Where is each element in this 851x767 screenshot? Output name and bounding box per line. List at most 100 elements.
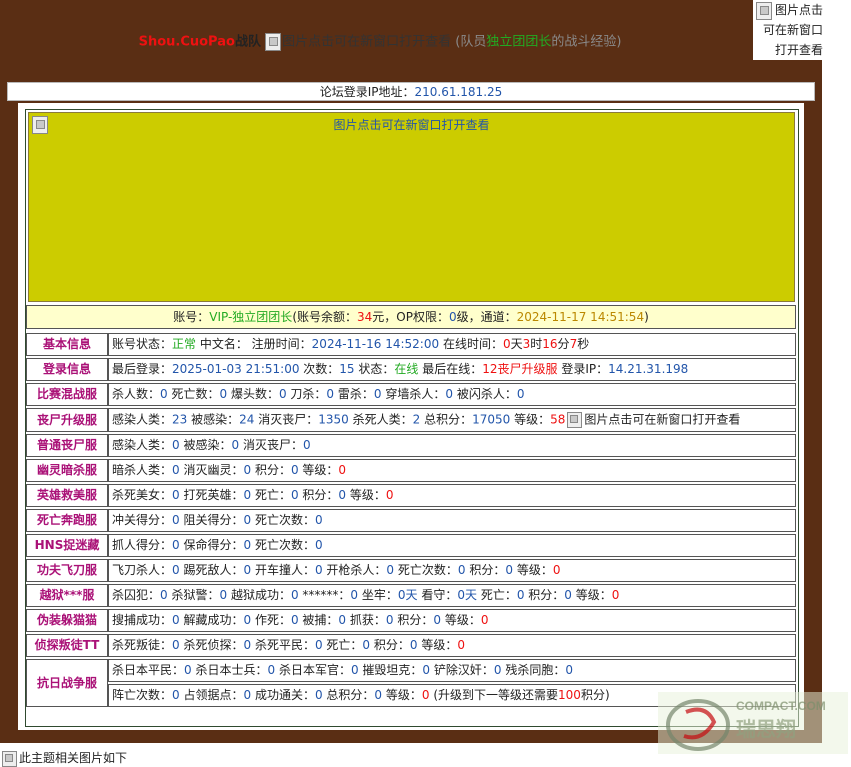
stat-value: 0	[350, 588, 359, 602]
account-info: 账号：VIP-独立团团长(账号余额：34元，OP权限：0级，通道：2024-11…	[26, 305, 796, 329]
balance-unit: 元，OP权限：	[372, 310, 449, 324]
stat-label: 被闪杀人：	[453, 387, 517, 401]
stat-label: 感染人类：	[112, 438, 173, 452]
stat-value: 0	[505, 563, 513, 577]
stat-label: 等级：	[346, 488, 386, 502]
stat-value: 0	[243, 613, 252, 627]
stat-value: 0	[421, 688, 430, 702]
svg-text:COMPACT.COM: COMPACT.COM	[736, 699, 826, 713]
broken-image-icon[interactable]	[265, 33, 282, 51]
row-value: 抓人得分：0 保命得分：0 死亡次数：0	[108, 534, 796, 557]
table-row: 抗日战争服 杀日本平民：0 杀日本士兵：0 杀日本军官：0 摧毁坦克：0 铲除汉…	[26, 659, 796, 707]
header: Shou.CuoPao战队 图片点击可在新窗口打开查看 (队员独立团团长的战斗经…	[0, 0, 822, 82]
header-image-alt[interactable]: 图片点击可在新窗口打开查看	[282, 35, 451, 50]
row-label: 丧尸升级服	[26, 408, 108, 432]
stat-value: 0天	[397, 588, 418, 602]
stat-value: 0	[172, 513, 180, 527]
member-close: 的战斗经验)	[551, 34, 622, 50]
stat-label: 杀日本军官：	[275, 663, 351, 677]
stat-label: 杀死美女：	[112, 488, 173, 502]
stat-value: 0	[290, 613, 299, 627]
banner-image[interactable]: 图片点击可在新窗口打开查看	[28, 112, 795, 302]
stat-value: 0	[172, 638, 180, 652]
stat-label: 暗杀人类：	[112, 463, 173, 477]
table-row: 登录信息 最后登录：2025-01-03 21:51:00 次数：15 状态：在…	[26, 358, 796, 381]
stat-label: 杀死叛徒：	[112, 638, 173, 652]
row-value: 杀死叛徒：0 杀死侦探：0 杀死平民：0 死亡：0 积分：0 等级：0	[108, 634, 796, 657]
row-value: 暗杀人类：0 消灭幽灵：0 积分：0 等级：0	[108, 459, 796, 482]
stat-value: 0	[314, 563, 323, 577]
stat-value: 0	[219, 588, 228, 602]
image-alt-text[interactable]: 图片点击可在新窗口打开查看	[584, 413, 740, 427]
ip-bar: 论坛登录IP地址：210.61.181.25	[7, 82, 815, 101]
stat-value: 0	[314, 538, 323, 552]
stat-label: 积分：	[393, 613, 434, 627]
stat-label: 刀杀：	[286, 387, 327, 401]
stat-value: 0	[611, 588, 620, 602]
stat-label: 总积分：	[322, 688, 375, 702]
stat-value: 0	[350, 663, 359, 677]
stat-label: 被感染：	[179, 438, 232, 452]
stat-value: 0	[338, 613, 347, 627]
stat-value: 0	[267, 663, 276, 677]
stat-value: 100	[558, 688, 581, 702]
stat-value: 0	[457, 563, 466, 577]
stat-label: 保命得分：	[179, 538, 244, 552]
stat-value: 23	[172, 412, 188, 427]
stat-value: 0	[243, 538, 252, 552]
row-label: 登录信息	[26, 358, 108, 381]
stat-value: 0	[409, 638, 418, 652]
stat-value: 0	[243, 513, 252, 527]
stat-label: 等级：	[441, 613, 481, 627]
table-row: 丧尸升级服 感染人类：23 被感染：24 消灭丧尸：1350 杀死人类：2 总积分…	[26, 408, 796, 432]
row-label: 抗日战争服	[26, 659, 108, 707]
balance-value: 34	[357, 310, 373, 324]
stats-table: 基本信息 账号状态：正常 中文名： 注册时间：2024-11-16 14:52:…	[26, 331, 796, 709]
stat-value: 0	[433, 613, 441, 627]
stat-label: ******：	[298, 588, 351, 602]
stat-label: 阵亡次数：	[112, 688, 173, 702]
stat-label: 杀日本平民：	[112, 663, 185, 677]
stat-label: 积分：	[370, 638, 410, 652]
broken-image-icon[interactable]	[567, 412, 583, 428]
stat-value: 0	[172, 613, 180, 627]
corner-image-alt: 图片点击可在新窗口打开查看	[762, 3, 823, 57]
stat-value: 58	[550, 412, 566, 427]
stat-label: 爆头数：	[227, 387, 279, 401]
stat-label: 坐牢：	[358, 588, 398, 602]
stat-value: 0	[231, 438, 240, 452]
stat-value: 0	[219, 387, 228, 401]
stat-label: 积分：	[465, 563, 506, 577]
member-name: 独立团团长	[486, 34, 552, 50]
op-unit: 级，通道：	[456, 310, 517, 324]
stat-value: 0	[338, 463, 347, 477]
stat-label: 死亡：	[251, 488, 291, 502]
stat-value: 0	[290, 488, 299, 502]
stat-value: 0	[516, 387, 525, 401]
stat-label: 总积分：	[420, 412, 473, 427]
stat-label: 积分：	[524, 588, 565, 602]
stat-value: 0	[565, 663, 573, 677]
stat-value: 0	[314, 513, 323, 527]
stat-label: 摧毁坦克：	[358, 663, 423, 677]
stat-value: 24	[239, 412, 255, 427]
stat-value: 0	[386, 563, 395, 577]
corner-image[interactable]: 图片点击可在新窗口打开查看	[753, 0, 823, 60]
ip-label: 论坛登录IP地址：	[319, 85, 415, 99]
stat-label: 杀死平民：	[251, 638, 315, 652]
ip-value: 210.61.181.25	[414, 85, 503, 99]
stat-value: 1350	[318, 412, 349, 427]
stat-label: 等级：	[510, 412, 551, 427]
stat-label: 看守：	[417, 588, 458, 602]
footer-note: 此主题相关图片如下	[0, 749, 127, 767]
table-row: 越狱***服 杀囚犯：0 杀狱警：0 越狱成功：0 ******：0 坐牢：0天 …	[26, 584, 796, 607]
stat-value: 0	[184, 663, 192, 677]
row-label: 功夫飞刀服	[26, 559, 108, 582]
stat-value: 0	[445, 387, 453, 401]
stat-label: 死亡：	[322, 638, 363, 652]
stat-value: 0	[243, 563, 252, 577]
stat-label: 死亡次数：	[394, 563, 458, 577]
stat-label: 作死：	[251, 613, 291, 627]
stat-label: 死亡次数：	[251, 513, 315, 527]
stat-value: 0	[278, 387, 287, 401]
